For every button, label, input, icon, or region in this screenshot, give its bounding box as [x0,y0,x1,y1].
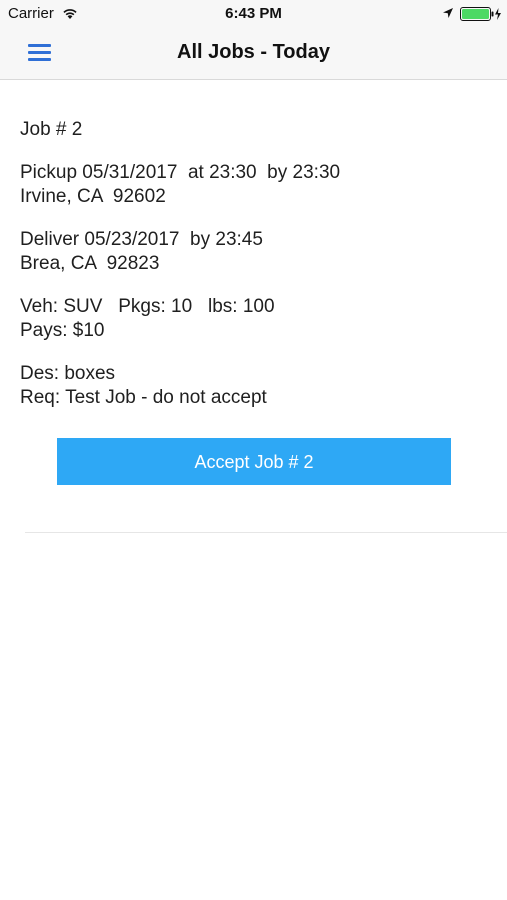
pickup-schedule: Pickup 05/31/2017 at 23:30 by 23:30 [20,162,341,183]
vehicle-block: Veh: SUV Pkgs: 10 lbs: 100 Pays: $10 [20,295,480,343]
pickup-address: Irvine, CA 92602 [20,186,166,207]
delivery-schedule: Deliver 05/23/2017 by 23:45 [20,229,263,250]
delivery-block: Deliver 05/23/2017 by 23:45 Brea, CA 928… [20,228,480,276]
status-bar: Carrier 6:43 PM [0,0,507,28]
delivery-address: Brea, CA 92823 [20,253,160,274]
job-number-block: Job # 2 [20,118,480,142]
job-requirements: Req: Test Job - do not accept [20,387,267,408]
pickup-block: Pickup 05/31/2017 at 23:30 by 23:30 Irvi… [20,161,480,209]
page-title: All Jobs - Today [177,41,330,63]
job-details: Job # 2 Pickup 05/31/2017 at 23:30 by 23… [20,118,480,429]
navigation-bar: All Jobs - Today [0,28,507,80]
description-block: Des: boxes Req: Test Job - do not accept [20,362,480,410]
battery-icon [460,7,501,21]
job-number: Job # 2 [20,119,83,140]
status-time: 6:43 PM [225,5,282,22]
pay-amount: Pays: $10 [20,320,105,341]
job-description: Des: boxes [20,363,116,384]
list-separator [25,532,507,533]
accept-job-button[interactable]: Accept Job # 2 [57,438,451,485]
location-icon [443,8,453,18]
vehicle-details: Veh: SUV Pkgs: 10 lbs: 100 [20,296,275,317]
